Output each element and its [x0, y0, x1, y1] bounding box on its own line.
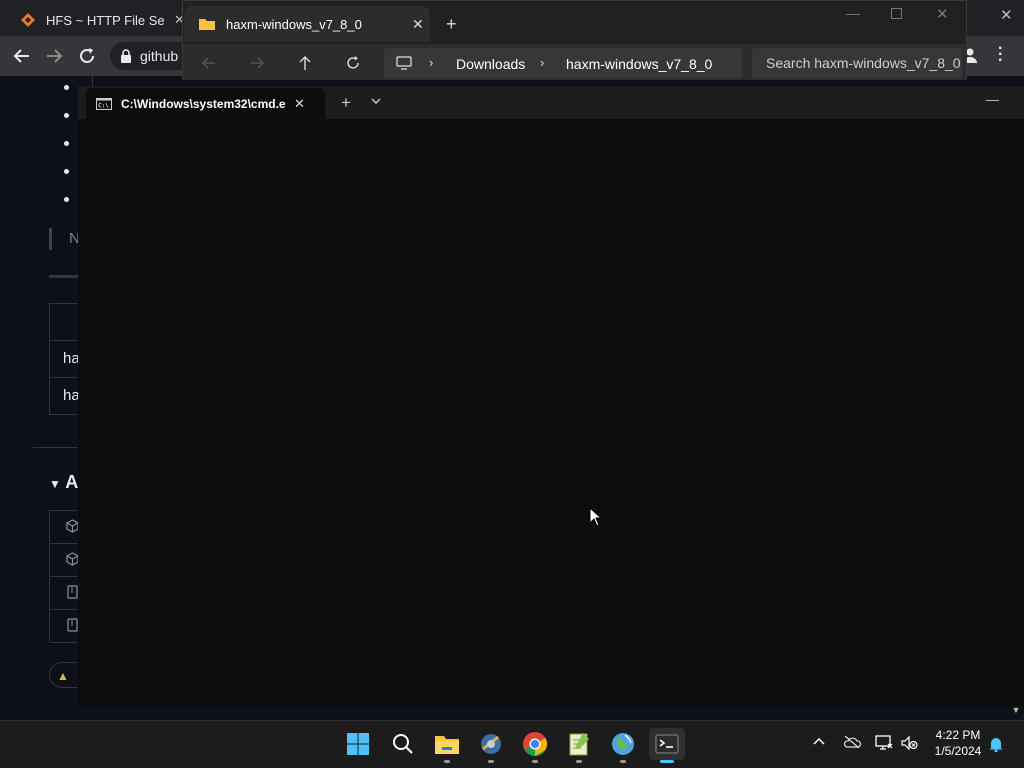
clock-time: 4:22 PM [935, 728, 981, 742]
explorer-tab[interactable]: haxm-windows_v7_8_0 ✕ [184, 6, 430, 42]
divider [33, 447, 83, 448]
close-window-icon[interactable]: ✕ [936, 5, 949, 23]
file-zip-icon [67, 618, 78, 632]
reload-icon[interactable] [77, 46, 97, 66]
clock-date: 1/5/2024 [934, 744, 982, 758]
blockquote-bar [49, 228, 52, 250]
notification-bell-icon[interactable] [988, 736, 1004, 752]
folder-icon [198, 17, 216, 31]
divider [49, 275, 79, 278]
assets-heading-text: A [65, 472, 79, 492]
minimize-icon[interactable]: — [846, 5, 860, 21]
notepad-taskbar-button[interactable] [563, 728, 595, 760]
file-explorer-taskbar-button[interactable] [431, 728, 463, 760]
onedrive-offline-icon[interactable] [843, 735, 861, 749]
lock-icon [120, 49, 132, 63]
back-arrow-icon[interactable] [12, 46, 32, 66]
mouse-cursor-icon [589, 507, 602, 527]
list-bullet [64, 169, 69, 174]
chevron-down-icon[interactable] [370, 96, 382, 106]
new-tab-icon[interactable]: + [341, 93, 351, 113]
terminal-taskbar-button[interactable] [649, 728, 685, 760]
search-button[interactable] [387, 728, 419, 760]
terminal-icon [655, 734, 679, 754]
search-icon [393, 734, 413, 754]
running-indicator [576, 760, 582, 763]
address-text: github [140, 48, 179, 64]
forward-arrow-icon[interactable] [44, 46, 64, 66]
scroll-down-arrow-icon[interactable]: ▼ [1008, 705, 1024, 719]
network-icon[interactable] [875, 735, 893, 751]
chrome-taskbar-button[interactable] [519, 728, 551, 760]
breadcrumb-haxm[interactable]: haxm-windows_v7_8_0 [566, 56, 712, 72]
list-bullet [64, 197, 69, 202]
chrome-address-bar[interactable]: github [110, 42, 190, 70]
folder-icon [435, 736, 459, 754]
close-tab-icon[interactable]: ✕ [412, 16, 424, 33]
back-arrow-icon[interactable] [201, 55, 217, 71]
thumbs-up-icon: ▲ [57, 669, 69, 683]
svg-text:C:\: C:\ [98, 102, 109, 109]
notepad-plus-plus-icon [569, 733, 589, 756]
app-taskbar-button[interactable] [475, 728, 507, 760]
terminal-tab-title: C:\Windows\system32\cmd.e: [121, 96, 285, 111]
forward-arrow-icon[interactable] [249, 55, 265, 71]
assets-heading[interactable]: ▼ A [49, 472, 78, 493]
start-button[interactable] [342, 728, 374, 760]
chrome-tab-hfs[interactable]: HFS ~ HTTP File Serve ✕ [8, 4, 188, 36]
list-bullet [64, 113, 69, 118]
refresh-icon[interactable] [345, 55, 361, 71]
list-bullet [64, 141, 69, 146]
running-indicator [488, 760, 494, 763]
app-satellite-icon [481, 734, 501, 754]
close-tab-icon[interactable]: ✕ [294, 96, 305, 112]
chevron-right-icon[interactable]: › [540, 55, 544, 70]
chevron-up-icon[interactable] [812, 736, 826, 746]
running-indicator [620, 760, 626, 763]
up-arrow-icon[interactable] [297, 55, 313, 71]
running-indicator [532, 760, 538, 763]
taskbar [0, 720, 1024, 768]
file-zip-icon [67, 585, 78, 599]
chevron-right-icon[interactable]: › [429, 55, 433, 70]
chrome-tab-title: HFS ~ HTTP File Serve [46, 12, 164, 28]
list-bullet [64, 85, 69, 90]
this-pc-icon [396, 56, 412, 70]
running-indicator [444, 760, 450, 763]
new-tab-icon[interactable]: + [446, 14, 457, 35]
chrome-icon [523, 732, 548, 756]
maximize-icon[interactable] [891, 8, 902, 19]
chrome-menu-icon[interactable]: · · · [998, 41, 1003, 69]
hfs-logo-icon [20, 12, 36, 28]
globe-app-icon [612, 733, 634, 755]
terminal-tab[interactable]: C:\ C:\Windows\system32\cmd.e: ✕ [86, 88, 325, 119]
terminal-window[interactable] [78, 86, 1024, 706]
cmd-icon: C:\ [96, 97, 112, 110]
explorer-search-input[interactable]: Search haxm-windows_v7_8_0 [752, 48, 962, 78]
minimize-icon[interactable]: — [986, 92, 999, 107]
windows-logo-icon [347, 733, 369, 755]
triangle-down-icon: ▼ [49, 477, 61, 491]
explorer-tab-title: haxm-windows_v7_8_0 [226, 16, 362, 32]
breadcrumb-downloads[interactable]: Downloads [456, 56, 525, 72]
chrome-close-icon[interactable]: ✕ [1000, 6, 1013, 24]
active-indicator [660, 760, 674, 763]
system-clock[interactable]: 4:22 PM 1/5/2024 [922, 727, 994, 759]
volume-muted-icon[interactable] [900, 735, 918, 751]
app-taskbar-button[interactable] [607, 728, 639, 760]
